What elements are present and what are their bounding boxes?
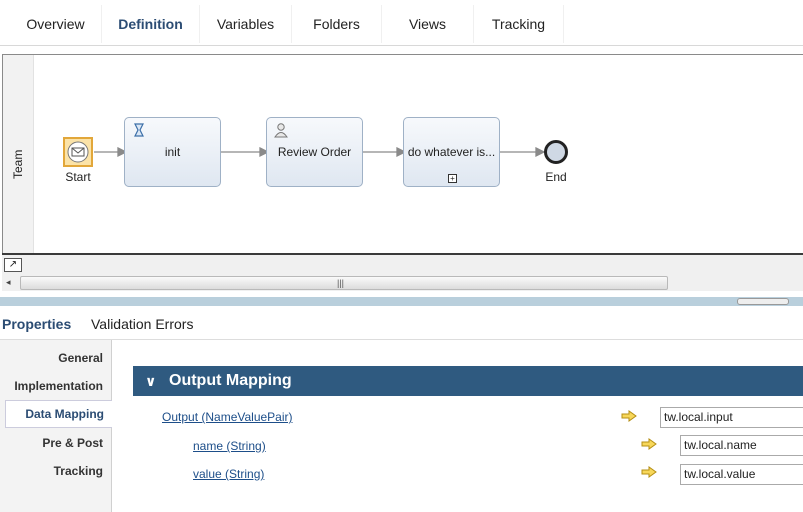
activity-label: do whatever is... (407, 145, 496, 159)
mapping-input-value[interactable]: tw.local.value (680, 464, 803, 485)
message-envelope-icon (67, 141, 89, 163)
start-event-label: Start (65, 170, 91, 184)
arrow-right-icon (621, 410, 637, 422)
tab-properties[interactable]: Properties (2, 316, 71, 332)
scroll-left-arrow-icon[interactable]: ◂ (6, 277, 11, 288)
end-event[interactable] (544, 140, 568, 164)
arrow-right-icon (641, 438, 657, 450)
sequence-flows (94, 146, 546, 158)
activity-label: Review Order (277, 145, 352, 159)
activity-init[interactable]: init (124, 117, 221, 187)
properties-sidebar: General Implementation Data Mapping Pre … (0, 340, 112, 512)
mapping-link-name[interactable]: name (String) (193, 439, 266, 453)
mapping-input-output[interactable]: tw.local.input (660, 407, 803, 428)
activity-review-order[interactable]: Review Order (266, 117, 363, 187)
start-event[interactable] (63, 137, 93, 167)
script-icon (134, 123, 144, 137)
scroll-grip-icon: ||| (337, 278, 345, 288)
mapping-input-name[interactable]: tw.local.name (680, 435, 803, 456)
output-mapping-header[interactable]: ∨ Output Mapping (133, 366, 803, 396)
chevron-down-icon[interactable]: ∨ (145, 366, 156, 396)
properties-tabs: Properties Validation Errors (0, 306, 803, 340)
arrow-right-icon (641, 466, 657, 478)
overview-toggle-icon[interactable]: ↗ (4, 258, 22, 272)
subprocess-expand-icon[interactable]: + (448, 174, 457, 183)
horizontal-scrollbar[interactable]: ||| (20, 276, 668, 290)
user-task-icon (274, 123, 288, 138)
panel-splitter[interactable] (0, 297, 803, 306)
sidebar-item-pre-post[interactable]: Pre & Post (42, 436, 103, 450)
activity-label: init (164, 145, 181, 159)
sidebar-item-data-mapping[interactable]: Data Mapping (5, 400, 112, 428)
sidebar-item-general[interactable]: General (58, 351, 103, 365)
mapping-link-value[interactable]: value (String) (193, 467, 264, 481)
splitter-handle[interactable] (737, 298, 789, 305)
end-event-label: End (545, 170, 567, 184)
section-title: Output Mapping (169, 372, 292, 389)
mapping-link-output[interactable]: Output (NameValuePair) (162, 410, 293, 424)
activity-subprocess[interactable]: do whatever is... + (403, 117, 500, 187)
tab-validation-errors[interactable]: Validation Errors (91, 316, 193, 332)
sidebar-item-implementation[interactable]: Implementation (14, 379, 103, 393)
sidebar-item-tracking[interactable]: Tracking (54, 464, 103, 478)
canvas-scroll-area: ↗ ◂ ||| (2, 255, 803, 291)
